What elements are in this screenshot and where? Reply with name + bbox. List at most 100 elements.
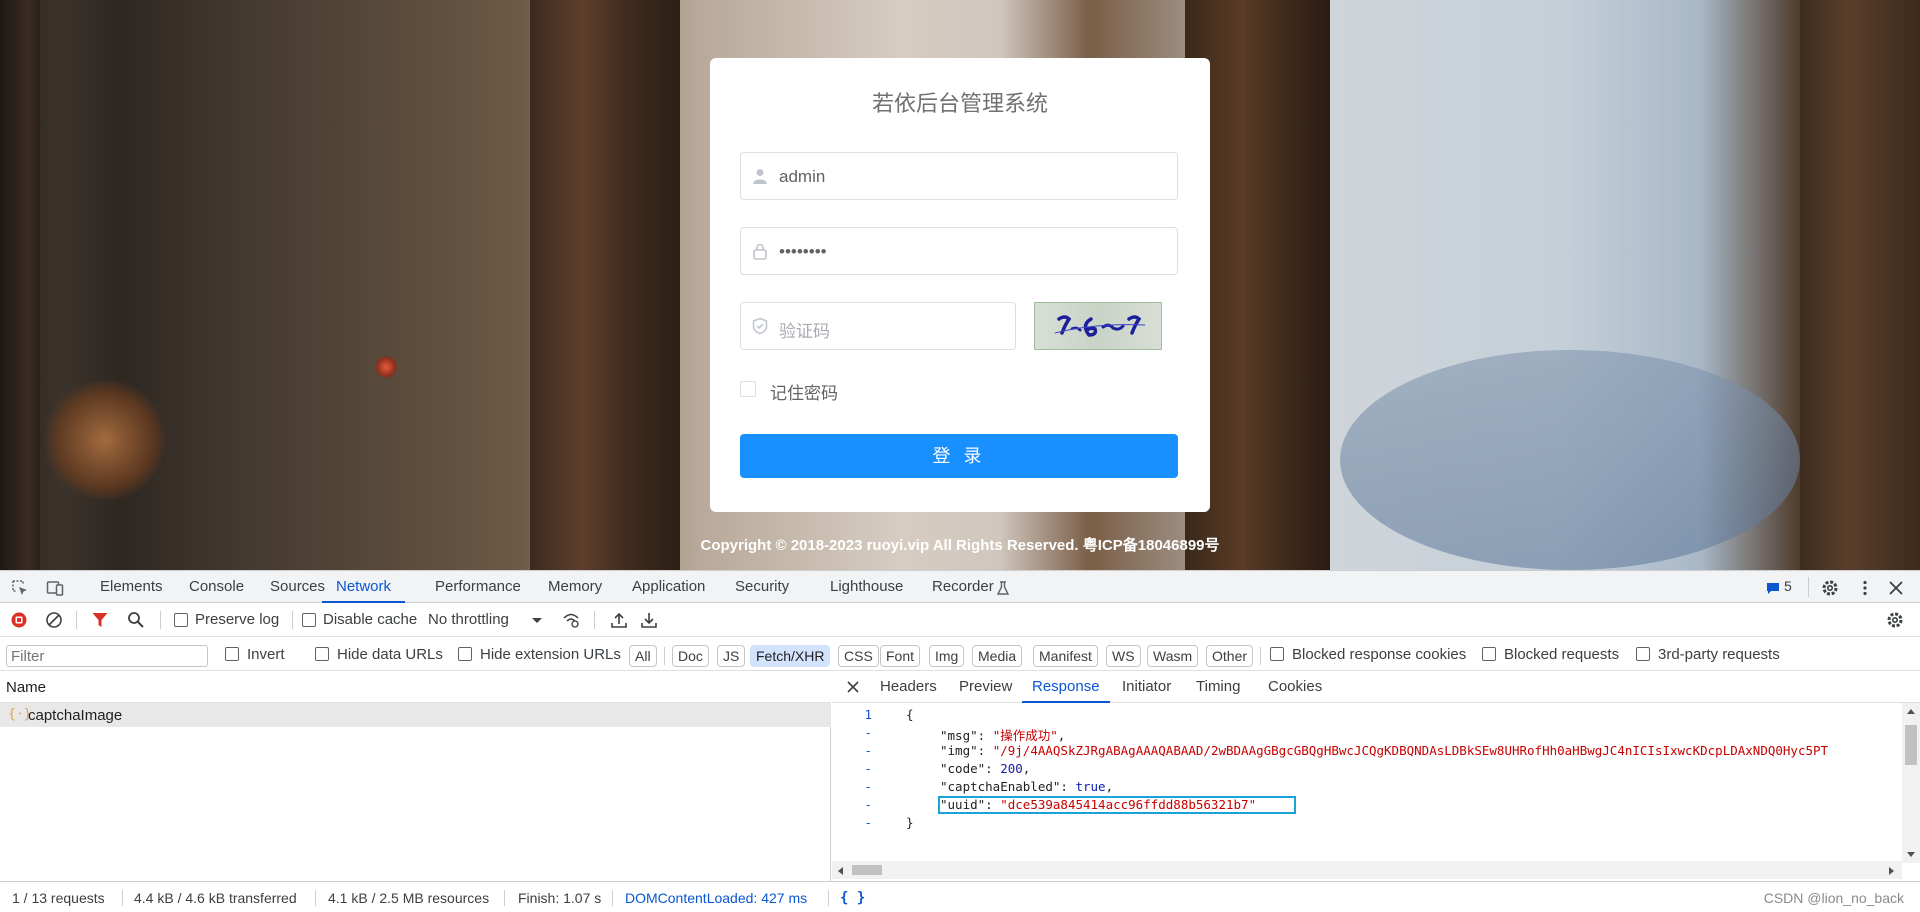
chevron-down-icon[interactable] <box>531 611 543 629</box>
password-input[interactable]: •••••••• <box>740 227 1178 275</box>
type-filter-wasm[interactable]: Wasm <box>1147 645 1199 667</box>
json-string: "/9j/4AAQSkZJRgABAgAAAQABAAD/2wBDAAgGBgc… <box>992 743 1829 758</box>
upload-icon[interactable] <box>610 611 628 629</box>
record-stop-icon[interactable] <box>10 611 28 629</box>
line-number: - <box>864 725 872 740</box>
divider <box>122 890 123 906</box>
tab-security[interactable]: Security <box>735 571 789 603</box>
json-key: "code" <box>940 761 986 776</box>
divider <box>612 890 613 906</box>
third-party-requests-label: 3rd-party requests <box>1658 646 1780 663</box>
table-row[interactable]: {·} captchaImage <box>0 703 831 727</box>
device-toolbar-icon[interactable] <box>46 579 64 597</box>
preserve-log-checkbox[interactable] <box>174 613 188 627</box>
clear-icon[interactable] <box>45 611 63 629</box>
captcha-input[interactable]: 验证码 <box>740 302 1016 350</box>
scroll-down-icon[interactable] <box>1906 851 1916 859</box>
type-filter-ws[interactable]: WS <box>1106 645 1141 667</box>
type-filter-media[interactable]: Media <box>972 645 1023 667</box>
tab-network[interactable]: Network <box>322 571 406 603</box>
remember-password-label: 记住密码 <box>770 384 838 403</box>
disable-cache-checkbox[interactable] <box>302 613 316 627</box>
invert-checkbox[interactable] <box>225 647 239 661</box>
login-button[interactable]: 登 录 <box>740 434 1178 478</box>
type-filter-other[interactable]: Other <box>1206 645 1254 667</box>
tab-lighthouse[interactable]: Lighthouse <box>830 571 903 603</box>
type-filter-doc[interactable]: Doc <box>672 645 709 667</box>
pretty-print-button[interactable]: { } <box>840 890 865 906</box>
details-tabbar: Headers Preview Response Initiator Timin… <box>832 671 1920 703</box>
blocked-response-cookies-checkbox[interactable] <box>1270 647 1284 661</box>
tab-initiator[interactable]: Initiator <box>1122 671 1171 703</box>
divider <box>1260 647 1261 665</box>
json-key: "captchaEnabled" <box>940 779 1061 794</box>
blocked-requests-checkbox[interactable] <box>1482 647 1496 661</box>
tab-memory[interactable]: Memory <box>548 571 602 603</box>
type-filter-all[interactable]: All <box>629 645 657 667</box>
divider <box>664 647 665 665</box>
background-light <box>375 356 397 378</box>
name-column-label: Name <box>6 679 47 696</box>
response-body[interactable]: 1 - - - - - - { "msg": "操作成功", "img": "/… <box>832 703 1904 863</box>
type-filter-js[interactable]: JS <box>717 645 746 667</box>
scroll-left-icon[interactable] <box>836 866 844 876</box>
divider <box>292 611 293 629</box>
throttling-select[interactable]: No throttling <box>428 611 509 628</box>
checkbox-box[interactable] <box>740 381 756 397</box>
uuid-highlight-box <box>938 796 1296 814</box>
tab-preview[interactable]: Preview <box>959 671 1012 703</box>
network-conditions-icon[interactable] <box>562 611 580 629</box>
hide-data-urls-checkbox[interactable] <box>315 647 329 661</box>
tab-recorder[interactable]: Recorder <box>932 571 994 603</box>
issues-icon[interactable] <box>1766 579 1780 597</box>
scrollbar-thumb[interactable] <box>852 865 882 875</box>
background-light <box>40 380 170 500</box>
hide-extension-urls-checkbox[interactable] <box>458 647 472 661</box>
close-icon[interactable] <box>846 680 860 694</box>
issues-count[interactable]: 5 <box>1784 578 1792 594</box>
close-icon[interactable] <box>1887 579 1905 597</box>
line-number: - <box>864 761 872 776</box>
type-filter-css[interactable]: CSS <box>838 645 879 667</box>
request-count: 1 / 13 requests <box>12 890 105 906</box>
tab-sources[interactable]: Sources <box>270 571 325 603</box>
tab-performance[interactable]: Performance <box>435 571 521 603</box>
tab-timing[interactable]: Timing <box>1196 671 1240 703</box>
tab-response[interactable]: Response <box>1022 671 1110 703</box>
tab-console[interactable]: Console <box>189 571 244 603</box>
scroll-up-icon[interactable] <box>1906 707 1916 715</box>
type-filter-manifest[interactable]: Manifest <box>1033 645 1098 667</box>
scrollbar-thumb[interactable] <box>1905 725 1917 765</box>
tab-elements[interactable]: Elements <box>100 571 163 603</box>
scroll-right-icon[interactable] <box>1888 866 1896 876</box>
type-filter-fetch-xhr[interactable]: Fetch/XHR <box>750 645 831 667</box>
more-vertical-icon[interactable] <box>1856 579 1874 597</box>
name-column-header[interactable]: Name <box>0 671 831 703</box>
third-party-requests-checkbox[interactable] <box>1636 647 1650 661</box>
filter-input[interactable] <box>6 645 208 667</box>
type-filter-img[interactable]: Img <box>929 645 965 667</box>
code-line-img: "img": "/9j/4AAQSkZJRgABAgAAAQABAAD/2wBD… <box>940 743 1829 758</box>
password-value: •••••••• <box>779 242 827 261</box>
search-icon[interactable] <box>127 611 145 629</box>
line-number: - <box>864 743 872 758</box>
json-key: "img" <box>940 743 978 758</box>
network-settings-icon[interactable] <box>1886 611 1904 629</box>
type-filter-font[interactable]: Font <box>880 645 921 667</box>
inspect-element-icon[interactable] <box>11 579 29 597</box>
login-page-background: 若依后台管理系统 admin •••••••• 验证码 记住密码 登 录 Cop… <box>0 0 1920 570</box>
window-frame <box>0 0 40 570</box>
tab-cookies[interactable]: Cookies <box>1268 671 1322 703</box>
horizontal-scrollbar[interactable] <box>832 861 1902 879</box>
line-number: 1 <box>864 707 872 722</box>
download-icon[interactable] <box>640 611 658 629</box>
tab-headers[interactable]: Headers <box>880 671 937 703</box>
vertical-scrollbar[interactable] <box>1902 703 1920 863</box>
blocked-response-cookies-label: Blocked response cookies <box>1292 646 1467 663</box>
captcha-image[interactable] <box>1034 302 1162 350</box>
tab-application[interactable]: Application <box>632 571 705 603</box>
code-line-captcha: "captchaEnabled": true, <box>940 779 1114 794</box>
username-input[interactable]: admin <box>740 152 1178 200</box>
gear-icon[interactable] <box>1821 579 1839 597</box>
filter-icon[interactable] <box>91 611 109 629</box>
